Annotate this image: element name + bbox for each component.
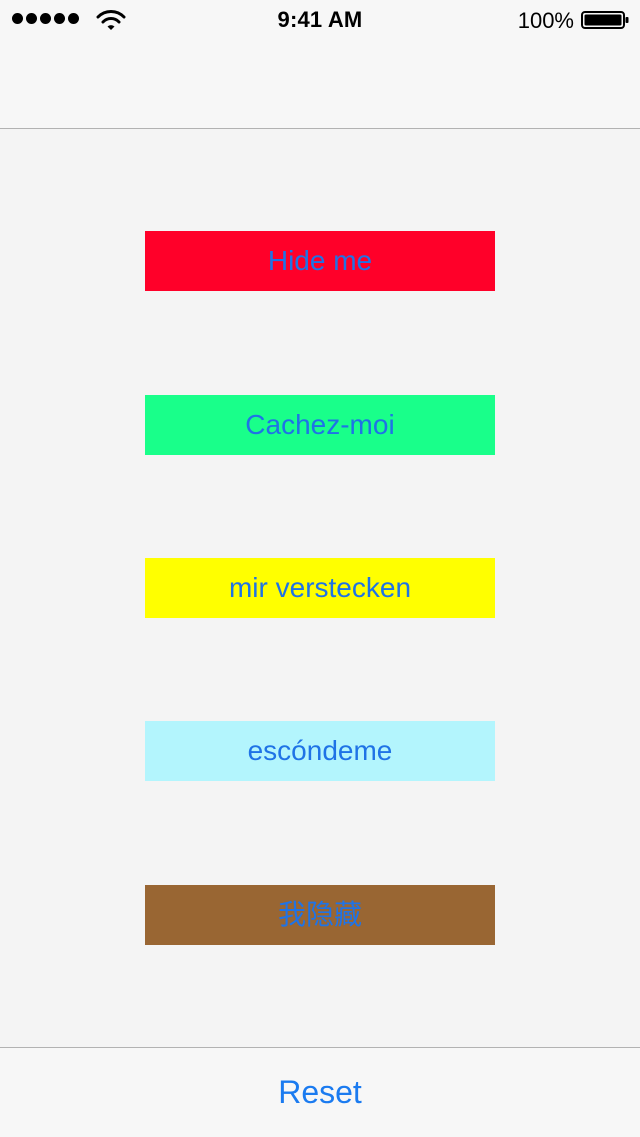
content-area: Hide me Cachez-moi mir verstecken escónd…: [0, 129, 640, 1047]
hide-me-button-english[interactable]: Hide me: [145, 231, 495, 291]
hide-me-button-chinese[interactable]: 我隐藏: [145, 885, 495, 945]
battery-percentage: 100%: [517, 8, 574, 33]
status-bar: 9:41 AM 100%: [0, 0, 640, 40]
hide-me-button-french[interactable]: Cachez-moi: [145, 395, 495, 455]
battery-full-icon: [581, 11, 629, 29]
hide-me-button-german[interactable]: mir verstecken: [145, 558, 495, 618]
hide-me-button-spanish[interactable]: escóndeme: [145, 721, 495, 781]
navigation-bar: [0, 40, 640, 129]
bottom-toolbar: Reset: [0, 1047, 640, 1137]
reset-button[interactable]: Reset: [220, 1048, 420, 1137]
